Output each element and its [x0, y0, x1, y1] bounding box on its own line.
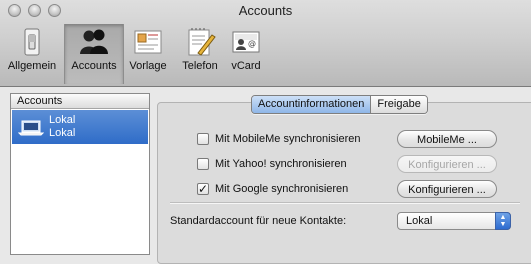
toolbar-label: Telefon	[182, 60, 218, 72]
tab-bar: Accountinformationen Freigabe	[251, 95, 428, 114]
popup-arrows-icon: ▲ ▼	[495, 212, 511, 230]
window-title: Accounts	[238, 3, 293, 18]
toolbar-label: Accounts	[71, 60, 117, 72]
vcard-icon: @	[232, 31, 260, 53]
yahoo-sync-option[interactable]: Mit Yahoo! synchronisieren	[197, 156, 347, 172]
toolbar-item-accounts[interactable]: Accounts	[64, 24, 124, 84]
toolbar-label: vCard	[231, 60, 261, 72]
default-account-popup[interactable]: Lokal ▲ ▼	[397, 212, 511, 230]
toolbar-item-vcard[interactable]: @ vCard	[226, 24, 266, 84]
card-template-icon	[134, 30, 162, 54]
google-sync-checkbox[interactable]: ✓	[197, 183, 209, 195]
svg-text:@: @	[248, 39, 256, 48]
account-type: Lokal	[49, 127, 76, 139]
mobileme-button[interactable]: MobileMe ...	[397, 130, 497, 148]
toolbar-label: Vorlage	[129, 60, 167, 72]
yahoo-sync-label: Mit Yahoo! synchronisieren	[215, 158, 347, 170]
divider	[170, 202, 520, 203]
toolbar-item-allgemein[interactable]: Allgemein	[2, 24, 62, 84]
accounts-list-header: Accounts	[11, 94, 149, 109]
google-sync-option[interactable]: ✓ Mit Google synchronisieren	[197, 181, 348, 197]
list-item[interactable]: Lokal Lokal	[12, 110, 148, 144]
light-switch-icon	[24, 28, 40, 56]
google-sync-label: Mit Google synchronisieren	[215, 183, 349, 195]
window-titlebar: Accounts Allgemein Accounts Vorlage Tele…	[0, 0, 531, 87]
yahoo-sync-checkbox[interactable]	[197, 158, 209, 170]
notepad-pen-icon	[188, 28, 216, 56]
google-configure-button[interactable]: Konfigurieren ...	[397, 180, 497, 198]
people-icon	[80, 29, 108, 54]
default-account-label: Standardaccount für neue Kontakte:	[170, 215, 347, 227]
mobileme-sync-option[interactable]: Mit MobileMe synchronisieren	[197, 131, 361, 147]
laptop-icon	[18, 120, 44, 136]
tab-accountinformationen[interactable]: Accountinformationen	[252, 96, 372, 113]
toolbar-label: Allgemein	[7, 60, 57, 72]
mobileme-sync-checkbox[interactable]	[197, 133, 209, 145]
yahoo-configure-button[interactable]: Konfigurieren ...	[397, 155, 497, 173]
toolbar-item-vorlage[interactable]: Vorlage	[124, 24, 172, 84]
mobileme-sync-label: Mit MobileMe synchronisieren	[215, 133, 361, 145]
default-account-value: Lokal	[406, 215, 433, 227]
account-name: Lokal	[49, 114, 76, 126]
checkmark-icon: ✓	[198, 182, 209, 196]
tab-freigabe[interactable]: Freigabe	[371, 96, 427, 113]
toolbar-item-telefon[interactable]: Telefon	[176, 24, 224, 84]
accounts-list[interactable]: Accounts Lokal Lokal	[10, 93, 150, 255]
